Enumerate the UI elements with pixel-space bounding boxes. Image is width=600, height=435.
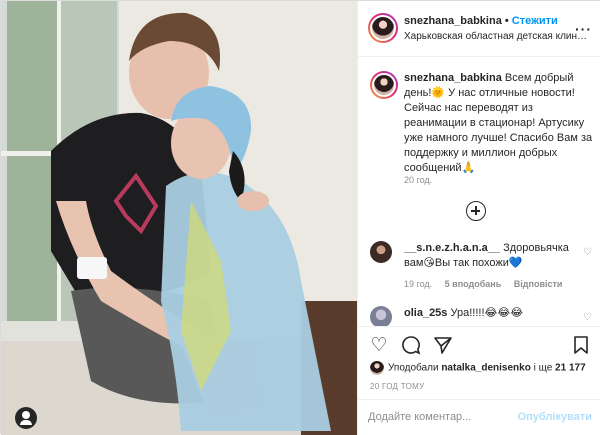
likes-prefix: Уподобали [388, 362, 442, 374]
comment-text-block: __s.n.e.z.h.a.n.a__ Здоровьячка вам😘Вы т… [404, 241, 569, 271]
caption-text: Всем добрый день!🌞 У нас отличные новост… [404, 72, 593, 174]
instagram-post: snezhana_babkina • Стежити Харьковская о… [0, 0, 600, 435]
heart-icon[interactable]: ♡ [368, 335, 390, 357]
load-more-comments-icon[interactable] [466, 201, 486, 221]
comment-text-block: olia_25s Ура!!!!!😂😂😂 [404, 306, 569, 321]
comment-input[interactable]: Додайте коментар... [368, 411, 471, 423]
share-icon[interactable] [432, 335, 454, 357]
liker-username[interactable]: natalka_denisenko [441, 363, 530, 374]
comment-item: olia_25s Ура!!!!!😂😂😂 ♡ [370, 306, 596, 326]
post-header: snezhana_babkina • Стежити Харьковская о… [358, 1, 600, 57]
follow-button[interactable]: Стежити [512, 15, 558, 27]
more-options-icon[interactable]: ··· [575, 21, 592, 37]
comment-like-icon[interactable]: ♡ [583, 312, 592, 323]
comment-like-icon[interactable]: ♡ [583, 247, 592, 258]
post-panel: snezhana_babkina • Стежити Харьковская о… [357, 1, 600, 435]
commenter-username[interactable]: __s.n.e.z.h.a.n.a__ [404, 242, 500, 254]
action-bar: ♡ [358, 326, 600, 364]
caption-username[interactable]: snezhana_babkina [404, 72, 502, 84]
commenter-username[interactable]: olia_25s [404, 307, 447, 319]
commenter-avatar[interactable] [370, 241, 392, 263]
liker-avatar[interactable] [370, 361, 384, 375]
caption-avatar[interactable] [370, 71, 398, 99]
photo-illustration [1, 1, 357, 435]
caption-time[interactable]: 20 год. [404, 175, 432, 185]
comment-text: Ура!!!!!😂😂😂 [450, 307, 524, 319]
separator-dot: • [501, 15, 512, 27]
likes-middle: і ще [530, 362, 556, 374]
location-link[interactable]: Харьковская областная детская клиническа… [404, 31, 590, 42]
likes-count[interactable]: 21 177 [555, 363, 586, 374]
post-comment-button[interactable]: Опублікувати [518, 411, 592, 423]
post-time[interactable]: 20 ГОД ТОМУ [370, 382, 425, 391]
comment-time[interactable]: 19 год. [404, 279, 432, 289]
likes-summary: Уподобали natalka_denisenko і ще 21 177 [370, 361, 598, 375]
comment-meta: 19 год. 5 вподобань Відповісти [404, 279, 562, 289]
add-comment-bar: Додайте коментар... Опублікувати [358, 399, 600, 435]
comment-likes[interactable]: 5 вподобань [445, 279, 502, 289]
author-avatar[interactable] [368, 13, 398, 43]
tagged-users-icon[interactable] [15, 407, 37, 429]
author-username[interactable]: snezhana_babkina [404, 15, 502, 27]
bookmark-icon[interactable] [570, 335, 592, 357]
post-photo[interactable] [1, 1, 357, 435]
reply-button[interactable]: Відповісти [514, 279, 563, 289]
header-user-line: snezhana_babkina • Стежити [404, 15, 558, 27]
comment-icon[interactable] [400, 335, 422, 357]
caption-text-block: snezhana_babkina Всем добрый день!🌞 У на… [404, 71, 594, 176]
commenter-avatar[interactable] [370, 306, 392, 326]
